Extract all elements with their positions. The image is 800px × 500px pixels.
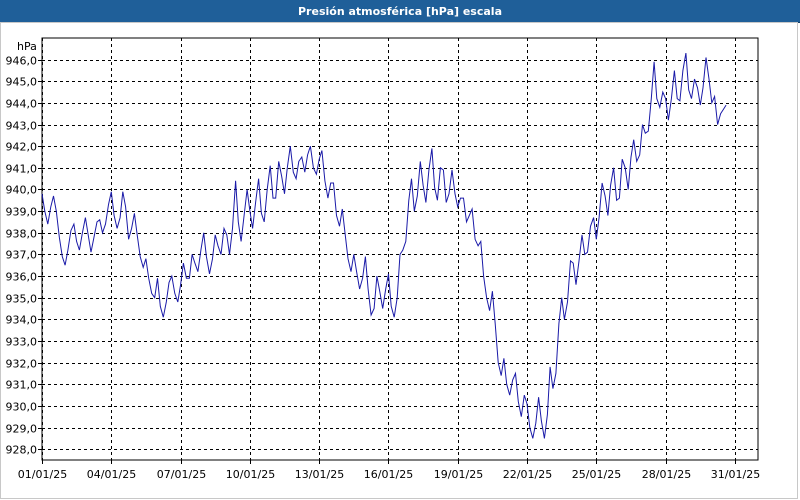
y-tick-label: 944,0 [6, 98, 38, 111]
pressure-series-line [41, 53, 727, 439]
y-tick-label: 938,0 [6, 228, 38, 241]
x-tick-label: 28/01/25 [642, 468, 691, 481]
y-tick-label: 939,0 [6, 206, 38, 219]
pressure-line-chart: 928,0 929,0 930,0 931,0 932,0 933,0 934,0 935,0… [6, 37, 760, 481]
y-tick-label: 936,0 [6, 271, 38, 284]
y-tick-label: 928,0 [6, 444, 38, 457]
y-tick-label: 945,0 [6, 76, 38, 89]
y-tick-label: 929,0 [6, 423, 38, 436]
x-tick-label: 31/01/25 [711, 468, 760, 481]
x-tick-label: 04/01/25 [87, 468, 136, 481]
y-tick-label: 934,0 [6, 314, 38, 327]
x-tick-label: 07/01/25 [157, 468, 206, 481]
x-tick-label: 22/01/25 [503, 468, 552, 481]
x-tick-label: 01/01/25 [18, 468, 67, 481]
y-tick-label: 935,0 [6, 293, 38, 306]
y-tick-label: 931,0 [6, 379, 38, 392]
y-tick-label: 946,0 [6, 55, 38, 68]
x-tick-label: 19/01/25 [434, 468, 483, 481]
y-tick-label: 932,0 [6, 358, 38, 371]
x-tick-label: 16/01/25 [364, 468, 413, 481]
y-tick-label: 941,0 [6, 163, 38, 176]
x-tick-label: 10/01/25 [226, 468, 275, 481]
y-tick-label: 933,0 [6, 336, 38, 349]
chart-window: Presión atmosférica [hPa] escala 928,0 92… [0, 0, 800, 500]
y-tick-label: 937,0 [6, 249, 38, 262]
x-tick-label: 13/01/25 [295, 468, 344, 481]
x-tick-label: 25/01/25 [572, 468, 621, 481]
y-axis-label: hPa [17, 40, 37, 53]
y-tick-label: 940,0 [6, 184, 38, 197]
y-tick-label: 943,0 [6, 120, 38, 133]
y-tick-label: 942,0 [6, 141, 38, 154]
y-tick-label: 930,0 [6, 401, 38, 414]
